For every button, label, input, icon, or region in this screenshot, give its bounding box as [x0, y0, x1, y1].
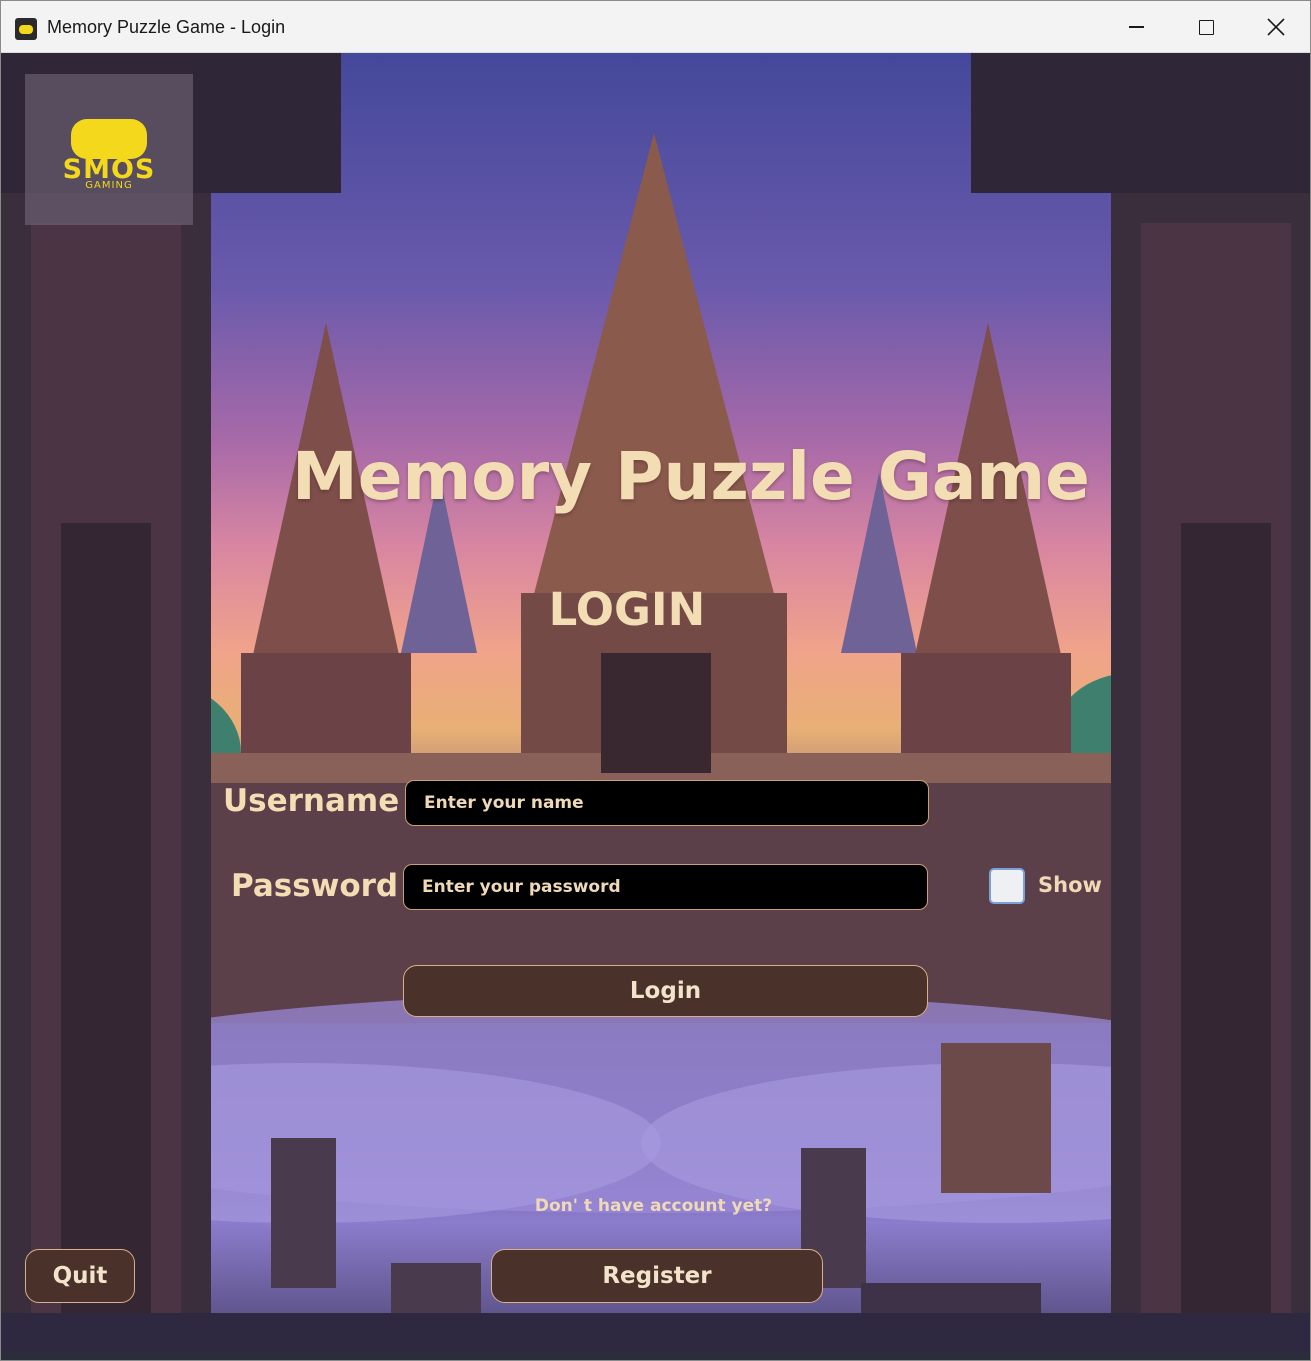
quit-button[interactable]: Quit — [25, 1249, 135, 1303]
login-screen: SMOS GAMING Memory Puzzle Game LOGIN Use… — [1, 53, 1310, 1353]
show-password-checkbox[interactable] — [989, 868, 1025, 904]
taskbar-strip — [1, 1353, 1310, 1360]
app-window: Memory Puzzle Game - Login SMOS GAMING M… — [0, 0, 1311, 1361]
username-label: Username — [223, 783, 400, 819]
username-input[interactable]: Enter your name — [405, 780, 929, 826]
logo-tagline-text: GAMING — [85, 180, 133, 191]
close-icon — [1267, 18, 1285, 36]
login-button[interactable]: Login — [403, 965, 928, 1017]
gamepad-icon — [71, 119, 147, 159]
title-bar[interactable]: Memory Puzzle Game - Login — [1, 1, 1310, 53]
minimize-button[interactable] — [1101, 1, 1171, 53]
app-gamepad-icon — [15, 18, 37, 40]
smos-gaming-logo: SMOS GAMING — [25, 74, 193, 225]
game-title: Memory Puzzle Game — [292, 438, 1090, 515]
show-password-label[interactable]: Show — [1038, 873, 1102, 897]
password-input[interactable]: Enter your password — [403, 864, 928, 910]
window-title: Memory Puzzle Game - Login — [47, 17, 286, 37]
login-heading: LOGIN — [548, 583, 706, 636]
close-button[interactable] — [1241, 1, 1310, 53]
maximize-button[interactable] — [1171, 1, 1241, 53]
maximize-icon — [1198, 19, 1214, 35]
temple-background-image — [1, 53, 1310, 1353]
minimize-icon — [1128, 26, 1144, 28]
register-button[interactable]: Register — [491, 1249, 823, 1303]
no-account-text: Don' t have account yet? — [534, 1196, 773, 1216]
password-label: Password — [231, 868, 399, 904]
